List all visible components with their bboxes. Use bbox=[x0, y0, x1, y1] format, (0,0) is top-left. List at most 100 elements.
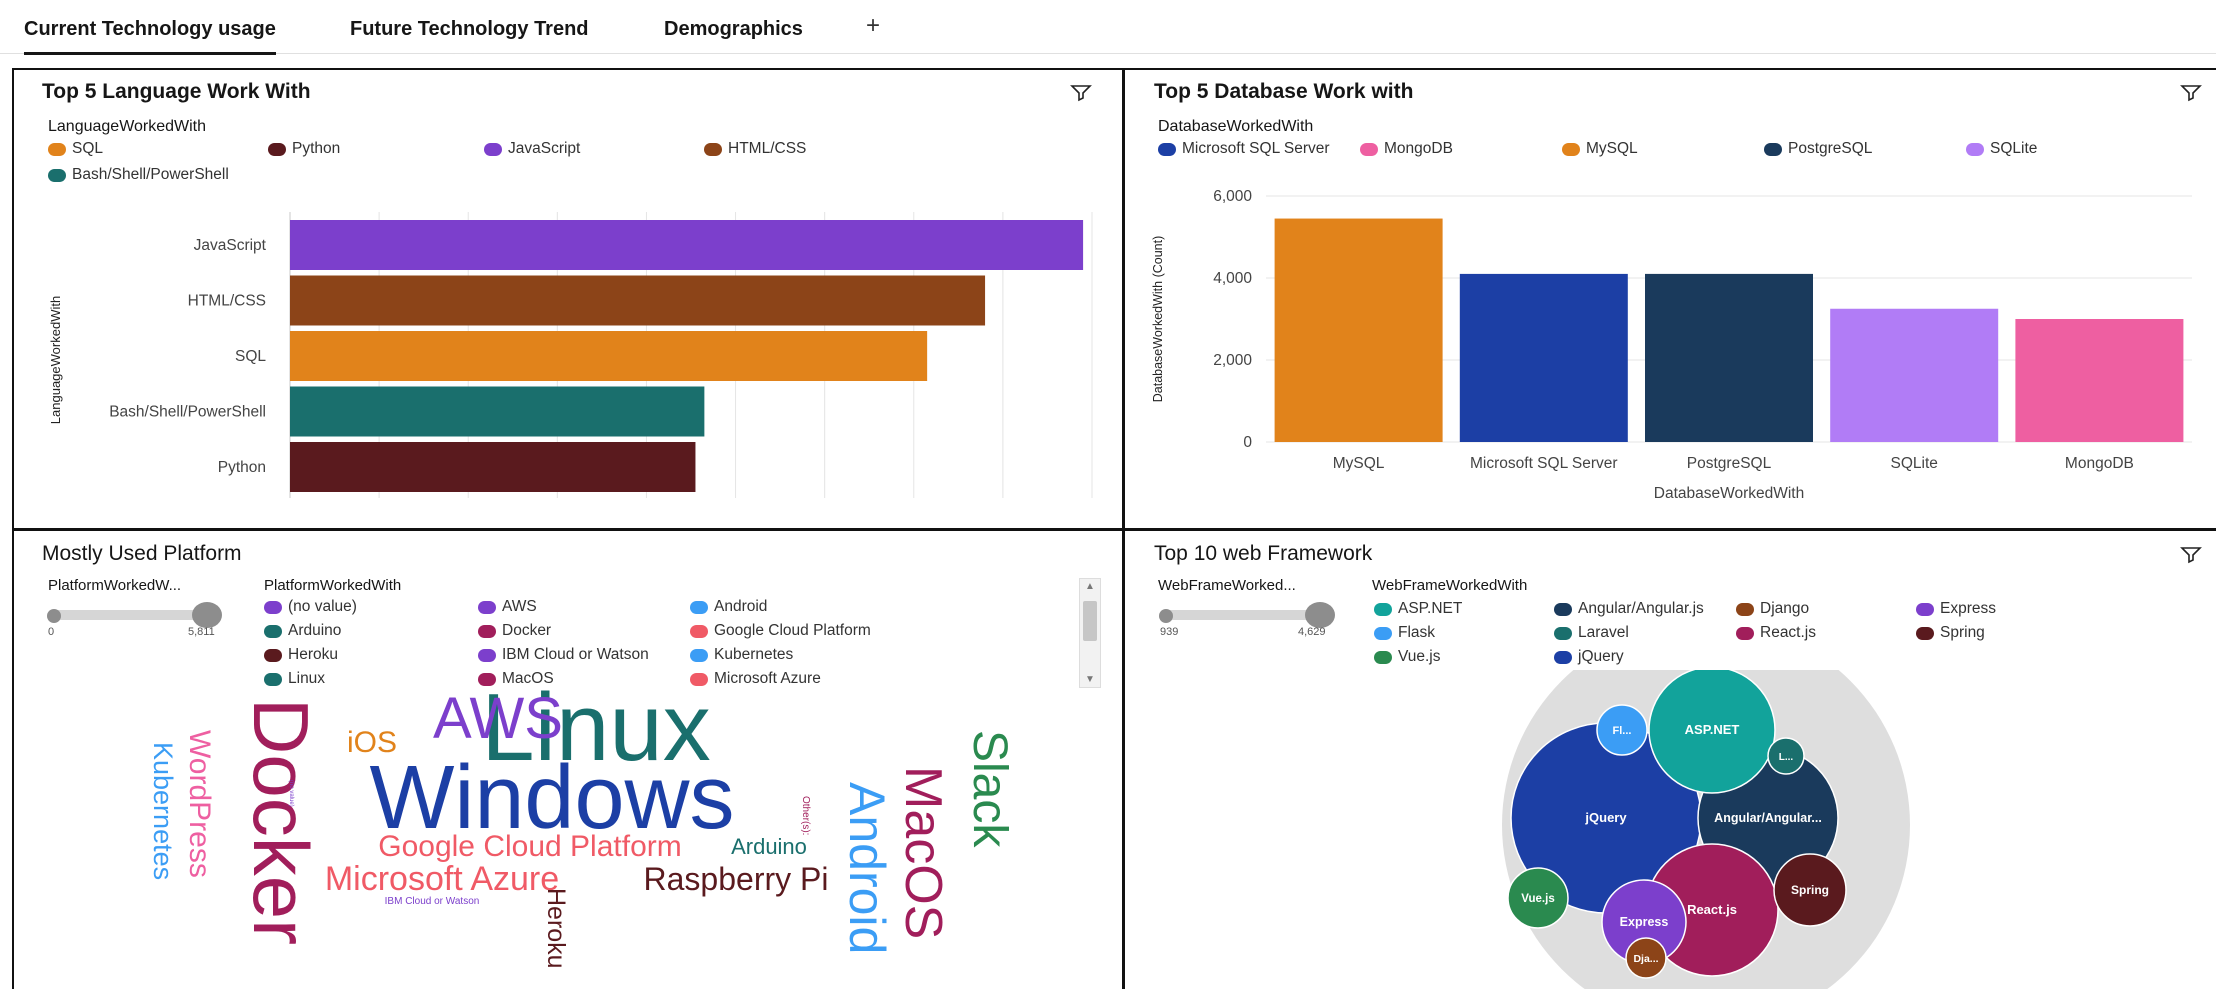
slider-min-label: 0 bbox=[48, 626, 55, 638]
legend-item[interactable]: JavaScript bbox=[484, 140, 580, 158]
legend-item[interactable]: Spring bbox=[1916, 624, 1985, 642]
legend-label: PostgreSQL bbox=[1788, 140, 1873, 157]
tab-future-technology-trend[interactable]: Future Technology Trend bbox=[350, 0, 589, 54]
legend-item[interactable]: IBM Cloud or Watson bbox=[478, 646, 649, 664]
db-bar-chart: 0 2,000 4,000 6,000 MySQL Microsoft SQL Serve… bbox=[1151, 188, 2192, 502]
legend-label: (no value) bbox=[288, 598, 357, 615]
lang-bar-chart: JavaScript HTML/CSS SQL Bash/Shell/PowerShe… bbox=[48, 212, 1093, 498]
add-tab-button[interactable]: + bbox=[866, 12, 880, 40]
bubble-label: React.js bbox=[1687, 902, 1737, 917]
legend-label: Spring bbox=[1940, 624, 1985, 641]
y-tick-label: 6,000 bbox=[1213, 188, 1252, 205]
bubble-label: Dja... bbox=[1633, 953, 1658, 965]
legend-item[interactable]: HTML/CSS bbox=[704, 140, 806, 158]
category-label: SQL bbox=[235, 348, 266, 365]
bubble-label: Vue.js bbox=[1521, 893, 1554, 905]
slider-max-handle[interactable] bbox=[192, 602, 222, 628]
slider-min-handle[interactable] bbox=[47, 609, 61, 623]
legend-item[interactable]: PostgreSQL bbox=[1764, 140, 1872, 158]
legend-item[interactable]: Django bbox=[1736, 600, 1809, 618]
legend-item[interactable]: AWS bbox=[478, 598, 537, 616]
lang-panel-title: Top 5 Language Work With bbox=[42, 80, 311, 103]
bar bbox=[1645, 273, 1813, 442]
tab-demographics[interactable]: Demographics bbox=[664, 0, 803, 54]
legend-item[interactable]: Laravel bbox=[1554, 624, 1629, 642]
legend-item[interactable]: jQuery bbox=[1554, 648, 1624, 666]
bubble-label: ASP.NET bbox=[1685, 722, 1740, 737]
x-tick-label: MongoDB bbox=[2065, 455, 2134, 472]
slider-max-handle[interactable] bbox=[1305, 602, 1335, 628]
scroll-down-icon[interactable]: ▼ bbox=[1085, 674, 1095, 685]
bar bbox=[2015, 319, 2184, 442]
legend-item[interactable]: React.js bbox=[1736, 624, 1816, 642]
bubble-label: Spring bbox=[1791, 883, 1829, 897]
legend-label: Python bbox=[292, 140, 341, 157]
legend-item[interactable]: Vue.js bbox=[1374, 648, 1441, 666]
legend-label: Microsoft SQL Server bbox=[1182, 140, 1330, 157]
legend-item[interactable]: Heroku bbox=[264, 646, 338, 664]
legend-item[interactable]: MongoDB bbox=[1360, 140, 1453, 158]
legend-item[interactable]: Arduino bbox=[264, 622, 341, 640]
legend-swatch bbox=[690, 648, 708, 662]
legend-item[interactable]: Android bbox=[690, 598, 767, 616]
slider-min-handle[interactable] bbox=[1159, 609, 1173, 623]
scroll-up-icon[interactable]: ▲ bbox=[1085, 581, 1095, 592]
legend-item[interactable]: Angular/Angular.js bbox=[1554, 600, 1704, 618]
word-cloud-word: Heroku bbox=[542, 888, 570, 969]
legend-label: Vue.js bbox=[1398, 648, 1441, 665]
word-cloud-word: IBM Cloud or Watson bbox=[385, 896, 480, 907]
legend-label: SQLite bbox=[1990, 140, 2038, 157]
legend-scrollbar[interactable]: ▲ ▼ bbox=[1079, 578, 1101, 688]
legend-item[interactable]: Microsoft SQL Server bbox=[1158, 140, 1330, 158]
category-label: Bash/Shell/PowerShell bbox=[109, 404, 266, 421]
slider-min-label: 939 bbox=[1160, 626, 1179, 638]
word-cloud-word: Google Cloud Platform bbox=[378, 830, 682, 863]
word-cloud-word: AWS bbox=[433, 690, 563, 751]
y-tick-label: 2,000 bbox=[1213, 352, 1252, 369]
legend-item[interactable]: SQL bbox=[48, 140, 103, 158]
legend-label: HTML/CSS bbox=[728, 140, 807, 157]
legend-item[interactable]: Python bbox=[268, 140, 340, 158]
filter-icon[interactable] bbox=[2180, 546, 2202, 564]
legend-item[interactable]: MySQL bbox=[1562, 140, 1638, 158]
legend-item[interactable]: MacOS bbox=[478, 670, 554, 688]
legend-item[interactable]: Bash/Shell/PowerShell bbox=[48, 166, 229, 184]
filter-icon[interactable] bbox=[2180, 84, 2202, 102]
legend-item[interactable]: Docker bbox=[478, 622, 551, 640]
db-panel-title: Top 5 Database Work with bbox=[1154, 80, 1414, 103]
y-axis-title: LanguageWorkedWith bbox=[48, 296, 63, 424]
category-label: HTML/CSS bbox=[188, 293, 266, 310]
category-label: JavaScript bbox=[194, 237, 267, 254]
legend-item[interactable]: SQLite bbox=[1966, 140, 2037, 158]
legend-swatch bbox=[1554, 650, 1572, 664]
scroll-thumb[interactable] bbox=[1083, 601, 1097, 641]
web-range-slider[interactable] bbox=[1162, 610, 1322, 620]
legend-label: Django bbox=[1760, 600, 1810, 617]
tab-current-technology-usage[interactable]: Current Technology usage bbox=[24, 0, 276, 55]
lang-legend-title: LanguageWorkedWith bbox=[48, 118, 207, 135]
legend-label: Bash/Shell/PowerShell bbox=[72, 166, 229, 183]
legend-item[interactable]: Linux bbox=[264, 670, 325, 688]
filter-icon[interactable] bbox=[1070, 84, 1092, 102]
platform-slider-title: PlatformWorkedW... bbox=[48, 577, 182, 594]
legend-swatch bbox=[1554, 602, 1572, 616]
legend-swatch bbox=[690, 624, 708, 638]
legend-swatch bbox=[1916, 602, 1934, 616]
legend-swatch bbox=[690, 672, 708, 686]
legend-item[interactable]: (no value) bbox=[264, 598, 357, 616]
y-axis-title: DatabaseWorkedWith (Count) bbox=[1151, 236, 1165, 403]
legend-swatch bbox=[478, 624, 496, 638]
word-cloud-word: Raspberry Pi bbox=[644, 861, 829, 897]
legend-item[interactable]: ASP.NET bbox=[1374, 600, 1462, 618]
legend-label: IBM Cloud or Watson bbox=[502, 646, 649, 663]
legend-label: jQuery bbox=[1578, 648, 1624, 665]
db-legend-title: DatabaseWorkedWith bbox=[1158, 118, 1314, 135]
legend-item[interactable]: Google Cloud Platform bbox=[690, 622, 871, 640]
legend-swatch bbox=[1374, 602, 1392, 616]
word-cloud-word: Slack bbox=[963, 730, 1016, 848]
legend-item[interactable]: Flask bbox=[1374, 624, 1435, 642]
legend-item[interactable]: Express bbox=[1916, 600, 1996, 618]
legend-item[interactable]: Kubernetes bbox=[690, 646, 793, 664]
legend-item[interactable]: Microsoft Azure bbox=[690, 670, 821, 688]
platform-panel-title: Mostly Used Platform bbox=[42, 542, 242, 565]
